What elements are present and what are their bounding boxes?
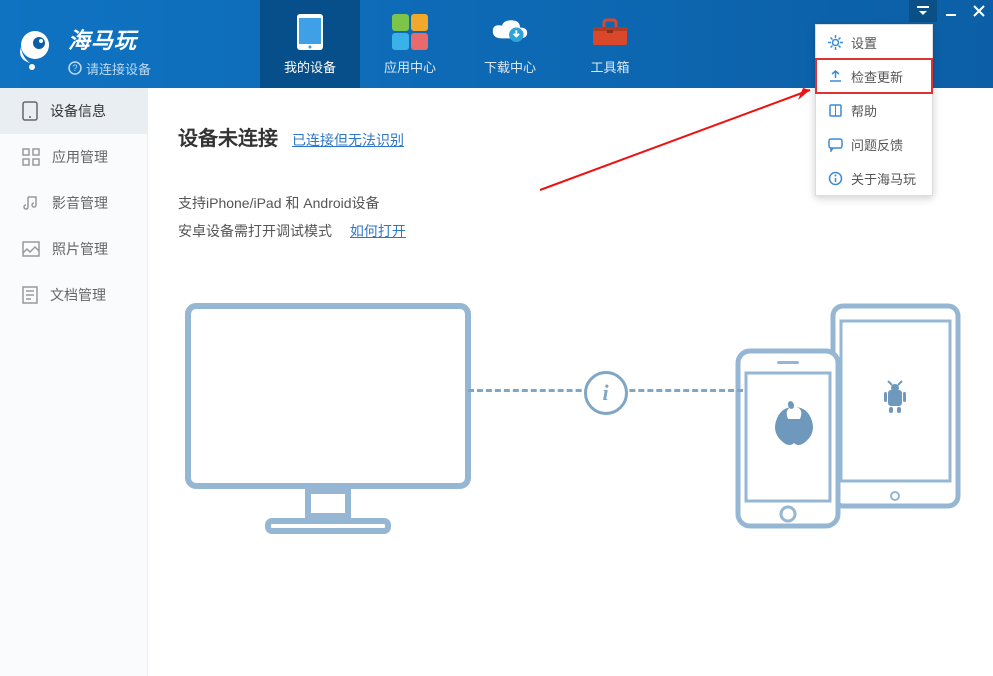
nav-download-center[interactable]: 下载中心 [460, 0, 560, 88]
mobile-devices-icon [733, 301, 963, 531]
help-icon: ? [68, 61, 82, 75]
menu-check-update[interactable]: 检查更新 [816, 59, 932, 93]
minimize-button[interactable] [937, 0, 965, 22]
main-nav: 我的设备 应用中心 下载中心 [260, 0, 660, 88]
menu-dropdown-button[interactable] [909, 0, 937, 22]
link-how-to-open[interactable]: 如何打开 [350, 223, 406, 239]
hints: 支持iPhone/iPad 和 Android设备 安卓设备需打开调试模式 如何… [178, 189, 963, 245]
nav-toolbox[interactable]: 工具箱 [560, 0, 660, 88]
phone-icon [296, 13, 324, 51]
connection-illustration: i [178, 296, 963, 536]
gear-icon [828, 35, 843, 50]
toolbox-icon [591, 17, 629, 47]
menu-help[interactable]: 帮助 [816, 93, 932, 127]
chat-icon [828, 137, 843, 152]
menu-about[interactable]: 关于海马玩 [816, 161, 932, 195]
device-icon [22, 101, 38, 121]
sidebar-photo-mgmt[interactable]: 照片管理 [0, 226, 147, 272]
close-icon [973, 5, 985, 17]
apps-icon [392, 14, 428, 50]
book-icon [828, 103, 843, 118]
menu-settings[interactable]: 设置 [816, 25, 932, 59]
sidebar-app-mgmt[interactable]: 应用管理 [0, 134, 147, 180]
sidebar: 设备信息 应用管理 影音管理 照片管理 文档管理 [0, 88, 148, 676]
menu-feedback[interactable]: 问题反馈 [816, 127, 932, 161]
sidebar-media-mgmt[interactable]: 影音管理 [0, 180, 147, 226]
window-controls [909, 0, 993, 22]
connection-line: i [468, 389, 743, 393]
cloud-download-icon [491, 17, 529, 47]
document-icon [22, 286, 38, 304]
close-button[interactable] [965, 0, 993, 22]
brand-subtitle: ? 请连接设备 [68, 59, 151, 78]
brand: 海马玩 ? 请连接设备 [0, 0, 260, 88]
monitor-icon [178, 296, 478, 536]
hint-debug-mode: 安卓设备需打开调试模式 [178, 223, 332, 239]
page-title: 设备未连接 [178, 122, 278, 151]
brand-logo-icon [12, 27, 58, 73]
dropdown-menu: 设置 检查更新 帮助 问题反馈 关于海马玩 [815, 24, 933, 196]
sidebar-doc-mgmt[interactable]: 文档管理 [0, 272, 147, 318]
nav-app-center[interactable]: 应用中心 [360, 0, 460, 88]
brand-title: 海马玩 [68, 23, 151, 55]
music-icon [22, 194, 40, 212]
nav-my-device[interactable]: 我的设备 [260, 0, 360, 88]
link-connected-unrecognized[interactable]: 已连接但无法识别 [292, 130, 404, 150]
minimize-icon [945, 5, 957, 17]
info-circle-icon: i [584, 371, 628, 415]
sidebar-device-info[interactable]: 设备信息 [0, 88, 147, 134]
svg-text:?: ? [72, 63, 77, 73]
grid-icon [22, 148, 40, 166]
dropdown-icon [917, 6, 929, 16]
photo-icon [22, 241, 40, 257]
upload-icon [828, 69, 843, 84]
info-icon [828, 171, 843, 186]
